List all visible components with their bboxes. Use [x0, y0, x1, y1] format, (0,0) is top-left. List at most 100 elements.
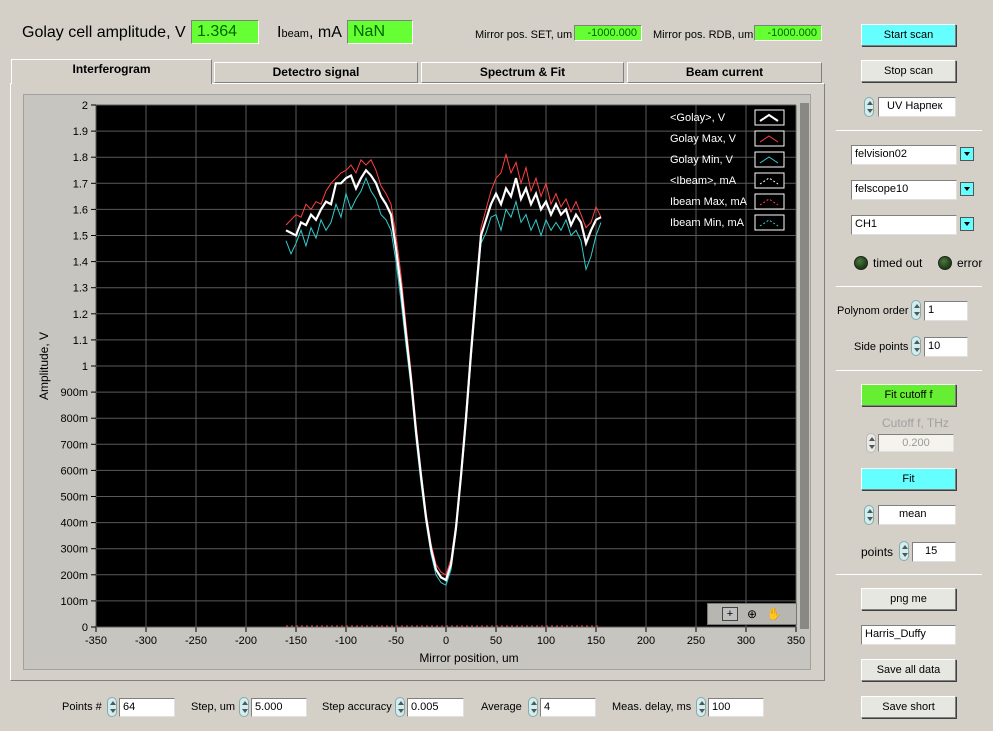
stat-ring-stepper[interactable]	[864, 505, 874, 525]
y-tick-label: 1.8	[73, 152, 88, 164]
ibeam-label: Ibeam, mA	[277, 24, 342, 42]
y-tick-label: 1	[82, 361, 88, 373]
average-stepper[interactable]	[528, 697, 538, 717]
tab-interferogram[interactable]: Interferogram	[11, 59, 212, 84]
ibeam-value: NaN	[347, 20, 413, 44]
side-points-stepper[interactable]	[911, 336, 921, 356]
x-tick-label: 150	[587, 635, 605, 647]
error-label: error	[957, 256, 983, 270]
golay-amplitude-label: Golay cell amplitude, V	[22, 24, 186, 41]
legend-ibeam-min-swatch[interactable]	[754, 214, 785, 231]
zoom-icon[interactable]: ⊕	[744, 607, 760, 621]
y-tick-label: 300m	[60, 544, 88, 556]
points-input[interactable]: 15	[912, 542, 956, 562]
step-stepper[interactable]	[239, 697, 249, 717]
step-label: Step, um	[191, 701, 236, 713]
step-accuracy-input[interactable]: 0.005	[407, 698, 464, 717]
x-tick-label: 250	[687, 635, 705, 647]
stat-ring-value[interactable]: mean	[878, 505, 956, 525]
y-tick-label: 1.4	[73, 257, 88, 269]
right-separator-1	[836, 130, 982, 131]
golay-amplitude-value: 1.364	[191, 20, 259, 44]
ibeam-label-sub: beam	[281, 28, 309, 40]
tab-detector-signal[interactable]: Detectro signal	[214, 62, 418, 83]
side-points-input[interactable]: 10	[924, 337, 968, 357]
y-tick-label: 800m	[60, 413, 88, 425]
points-count-input[interactable]: 64	[119, 698, 175, 717]
polynom-order-stepper[interactable]	[911, 300, 921, 320]
png-me-button[interactable]: png me	[861, 588, 956, 610]
host2-dropdown-icon[interactable]	[960, 182, 974, 196]
save-all-data-button[interactable]: Save all data	[861, 659, 956, 681]
points-label: points	[861, 545, 894, 559]
points-count-stepper[interactable]	[107, 697, 117, 717]
meas-delay-label: Meas. delay, ms	[612, 701, 692, 713]
legend-ibeam-min-label: Ibeam Min, mA	[670, 217, 745, 229]
cutoff-stepper	[866, 433, 876, 453]
legend-ibeam-max-label: Ibeam Max, mA	[670, 196, 748, 208]
y-tick-label: 1.5	[73, 231, 88, 243]
start-scan-button[interactable]: Start scan	[861, 24, 956, 46]
right-separator-3	[836, 370, 982, 371]
graph-palette: + ⊕ ✋	[707, 603, 797, 625]
legend-golay-min-label: Golay Min, V	[670, 154, 734, 166]
ibeam-label-unit: , mA	[308, 24, 342, 41]
y-tick-label: 900m	[60, 387, 88, 399]
mirror-set-value: -1000.000	[574, 25, 642, 41]
pan-hand-icon[interactable]: ✋	[766, 607, 782, 621]
fit-button[interactable]: Fit	[861, 468, 956, 490]
tab-beam-current[interactable]: Beam current	[627, 62, 822, 83]
mode-ring-stepper[interactable]	[864, 97, 874, 117]
legend-ibeam-mean-label: <Ibeam>, mA	[670, 175, 737, 187]
x-tick-label: 0	[443, 635, 449, 647]
polynom-order-input[interactable]: 1	[924, 301, 968, 321]
fit-cutoff-button[interactable]: Fit cutoff f	[861, 384, 956, 406]
mode-ring-value[interactable]: UV Нарпек	[878, 97, 956, 117]
mirror-rdb-value: -1000.000	[754, 25, 822, 41]
cutoff-label: Cutoff f, THz	[882, 416, 949, 430]
y-tick-label: 600m	[60, 465, 88, 477]
right-separator-4	[836, 574, 982, 575]
name-input[interactable]: Harris_Duffy	[861, 625, 956, 645]
average-input[interactable]: 4	[540, 698, 596, 717]
y-tick-label: 0	[82, 622, 88, 634]
channel-dropdown-icon[interactable]	[960, 217, 974, 231]
mirror-rdb-label: Mirror pos. RDB, um	[653, 29, 754, 41]
cursor-move-icon[interactable]: +	[722, 607, 738, 621]
host1-dropdown-icon[interactable]	[960, 147, 974, 161]
y-tick-label: 1.3	[73, 283, 88, 295]
meas-delay-input[interactable]: 100	[708, 698, 764, 717]
interferogram-chart[interactable]: -350 -300 -250 -200 -150 -100 -50 0 50 100 150 200 2…	[23, 94, 811, 670]
tab-spectrum-fit[interactable]: Spectrum & Fit	[421, 62, 624, 83]
y-axis-label: Amplitude, V	[37, 332, 51, 400]
channel-select[interactable]: CH1	[851, 215, 957, 235]
legend-ibeam-max-swatch[interactable]	[754, 193, 785, 210]
x-tick-label: -50	[388, 635, 404, 647]
meas-delay-stepper[interactable]	[696, 697, 706, 717]
plot-side-strip	[800, 103, 809, 629]
step-input[interactable]: 5.000	[251, 698, 307, 717]
x-tick-label: -100	[335, 635, 357, 647]
host2-select[interactable]: felscope10	[851, 180, 957, 200]
x-tick-label: -350	[85, 635, 107, 647]
x-tick-label: 100	[537, 635, 555, 647]
legend-ibeam-mean-swatch[interactable]	[754, 172, 785, 189]
step-accuracy-stepper[interactable]	[395, 697, 405, 717]
y-tick-label: 700m	[60, 439, 88, 451]
legend-golay-max-swatch[interactable]	[754, 130, 785, 147]
y-tick-label: 1.6	[73, 204, 88, 216]
y-tick-label: 400m	[60, 518, 88, 530]
stop-scan-button[interactable]: Stop scan	[861, 60, 956, 82]
legend-golay-max-label: Golay Max, V	[670, 133, 737, 145]
step-accuracy-label: Step accuracy	[322, 701, 392, 713]
legend-golay-mean-swatch[interactable]	[754, 109, 785, 126]
x-tick-label: -250	[185, 635, 207, 647]
points-stepper[interactable]	[899, 541, 909, 561]
legend-golay-min-swatch[interactable]	[754, 151, 785, 168]
timed-out-led-icon	[854, 256, 868, 270]
cutoff-input: 0.200	[878, 434, 954, 452]
average-label: Average	[481, 701, 522, 713]
save-short-button[interactable]: Save short	[861, 696, 956, 718]
host1-select[interactable]: felvision02	[851, 145, 957, 165]
y-tick-label: 1.9	[73, 126, 88, 138]
